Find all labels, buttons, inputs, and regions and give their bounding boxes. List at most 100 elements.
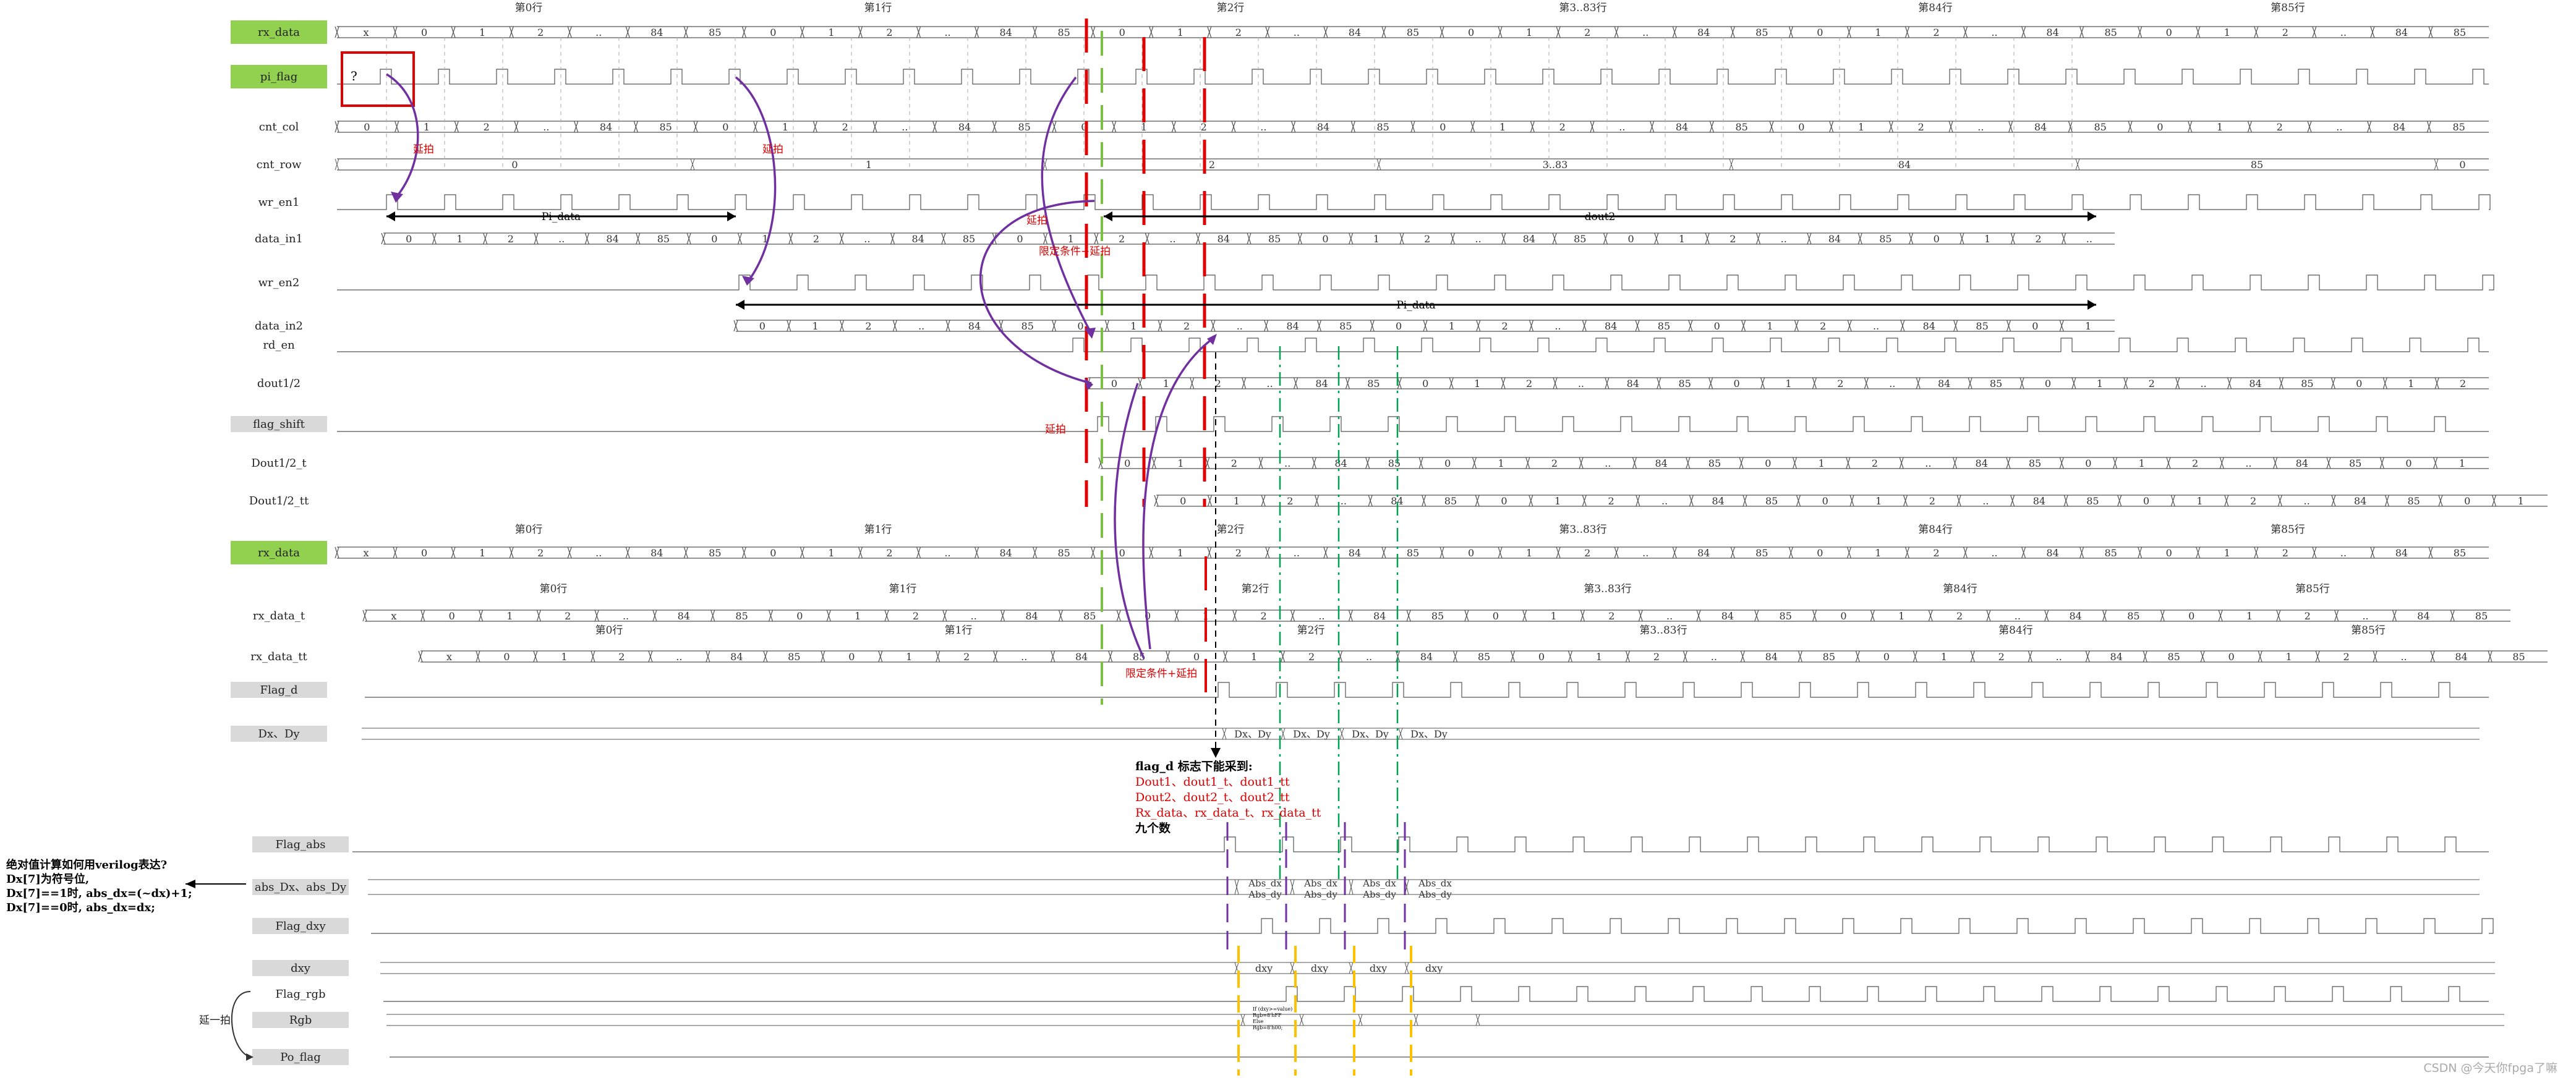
data-in2-bus: 0 1 2.. 84 85 0 1 2.. 84 85 0 1 2.. 84 85 0 1 2.. 84 85 0 1 (733, 320, 2115, 332)
bus-value: 85 (2349, 457, 2361, 469)
bus-value: 0 (1817, 27, 1823, 38)
bus-value: 85 (2512, 651, 2525, 663)
bus-value: 1 (812, 320, 819, 332)
bus-value: 2 (1551, 457, 1558, 469)
bus-value: 1 (2518, 495, 2524, 507)
bus-value: 2 (1820, 320, 1826, 332)
bus-value: 0 (406, 233, 412, 245)
bus-value: 1 (1767, 320, 1773, 332)
bus-value: .. (2336, 121, 2342, 133)
bus-value: 84 (999, 547, 1012, 559)
bus-value: 0 (759, 320, 766, 332)
purple-arrowhead (391, 192, 403, 203)
bus-value: 2 (2192, 457, 2198, 469)
row-label-text: Dx、Dy (258, 728, 300, 741)
rgb-annotation-2: Rgb=8'hFF (1253, 1013, 1282, 1018)
bus-value: 85 (1431, 610, 1444, 622)
bus-value: 2 (1209, 159, 1215, 171)
bus-value: .. (1341, 495, 1347, 507)
bus-value: 2 (565, 610, 571, 622)
dout12-bus: 0 1 2.. 84 85 0 1 2.. 84 85 0 1 2.. 84 85 0 1 2.. 84 85 0 1 2 (1086, 377, 2489, 389)
bus-value: 84 (1697, 547, 1710, 559)
bus-value: 2 (1956, 610, 1963, 622)
bus-value: 85 (2452, 121, 2465, 133)
bus-value: 0 (1468, 547, 1474, 559)
row-label-text: dout1/2 (257, 377, 301, 390)
bus-value: 1 (2286, 651, 2292, 663)
bus-value: 84 (1697, 27, 1710, 38)
row-header: 第3..83行 (1559, 524, 1606, 536)
bus-value: 1 (2224, 547, 2230, 559)
arrow-head-left (1104, 211, 1112, 221)
bus-value: 2 (2344, 651, 2350, 663)
bus-value: 2 (2282, 27, 2288, 38)
pulse-trace (365, 682, 2489, 698)
bus-value: .. (1294, 27, 1300, 38)
purple-curve-4 (979, 200, 1095, 384)
rx-data-2-bus: x 0 1 2.. 84 85 0 1 2.. 84 85 0 1 2.. 84 85 0 1 2.. 84 85 0 1 2… (335, 546, 2489, 559)
bus-value: .. (676, 651, 682, 663)
bus-value: 0 (1111, 378, 1117, 389)
flag-d-note-title: flag_d 标志下能采到: (1135, 760, 1253, 773)
bus-value: 85 (657, 233, 670, 245)
bus-value: 2 (508, 233, 514, 245)
bus-value: .. (2340, 547, 2347, 559)
bus-value: 0 (1322, 233, 1328, 245)
bus-value: 84 (1676, 121, 1688, 133)
bus-value: Abs_dy (1418, 889, 1452, 900)
bus-value: 84 (1420, 651, 1433, 663)
bus-value: 2 (2250, 495, 2256, 507)
flag-d-note-line-1: Dout1、dout1_t、dout1_tt (1135, 775, 1290, 789)
bus-value: .. (1873, 320, 1879, 332)
bus-value: .. (1977, 121, 1984, 133)
arrow-label: dout2 (1585, 211, 1616, 223)
bus-value: 1 (1555, 495, 1561, 507)
row-label-text: pi_flag (260, 70, 298, 83)
row-label-rx-data: rx_data (231, 20, 327, 44)
row-label-dout1-2-t: Dout1/2_t (251, 457, 307, 470)
bus-value: 84 (1334, 457, 1347, 469)
row-label-rgb: Rgb (252, 1012, 349, 1028)
bus-value: 0 (421, 27, 427, 38)
bus-value: .. (1475, 233, 1482, 245)
pulse-trace (352, 836, 2489, 852)
pi-flag-wave (337, 69, 2489, 85)
bus-value: 84 (1373, 610, 1386, 622)
pulse-trace (383, 986, 2489, 1002)
row-label-flag-abs: Flag_abs (252, 836, 349, 852)
bus-value: 85 (2407, 495, 2420, 507)
flag-shift-wave (337, 416, 2489, 432)
bus-value: .. (2056, 651, 2062, 663)
bus-value: 0 (2045, 378, 2051, 389)
bus-value: 0 (1422, 378, 1428, 389)
bus-value: .. (1605, 457, 1611, 469)
bus-value: 2 (1308, 651, 1315, 663)
bus-value: 84 (1712, 495, 1724, 507)
bus-value: 0 (2188, 610, 2194, 622)
bus-value: 2 (1119, 233, 1125, 245)
bus-value: 84 (958, 121, 971, 133)
bus-value: 1 (1679, 233, 1685, 245)
pi-data-arrow-2: Pi_data (736, 299, 2096, 312)
bus-value: 1 (479, 27, 485, 38)
bus-value: 85 (1780, 610, 1792, 622)
bus-value: 1 (2139, 457, 2145, 469)
bus-value: 1 (1875, 495, 1882, 507)
bus-value: .. (1889, 378, 1895, 389)
bus-value: Abs_dy (1248, 889, 1282, 900)
arrow-head-right (727, 211, 736, 221)
bus-value: 1 (2224, 27, 2230, 38)
red-note-delay-cond-1: 限定条件+延拍 (1039, 245, 1111, 258)
bus-value: 0 (1119, 27, 1125, 38)
row-header: 第1行 (864, 2, 892, 14)
bus-value: 0 (2228, 651, 2235, 663)
bus-value: .. (1642, 547, 1648, 559)
bus-value: 85 (2029, 457, 2041, 469)
delay-one-bracket (231, 991, 251, 1058)
bus-value: 2 (1201, 121, 1207, 133)
bus-value: 1 (1550, 610, 1556, 622)
bus-value: 0 (503, 651, 510, 663)
bus-value: 2 (2305, 610, 2311, 622)
row-header: 第2行 (1297, 624, 1325, 637)
bus-value: 1 (1373, 233, 1380, 245)
